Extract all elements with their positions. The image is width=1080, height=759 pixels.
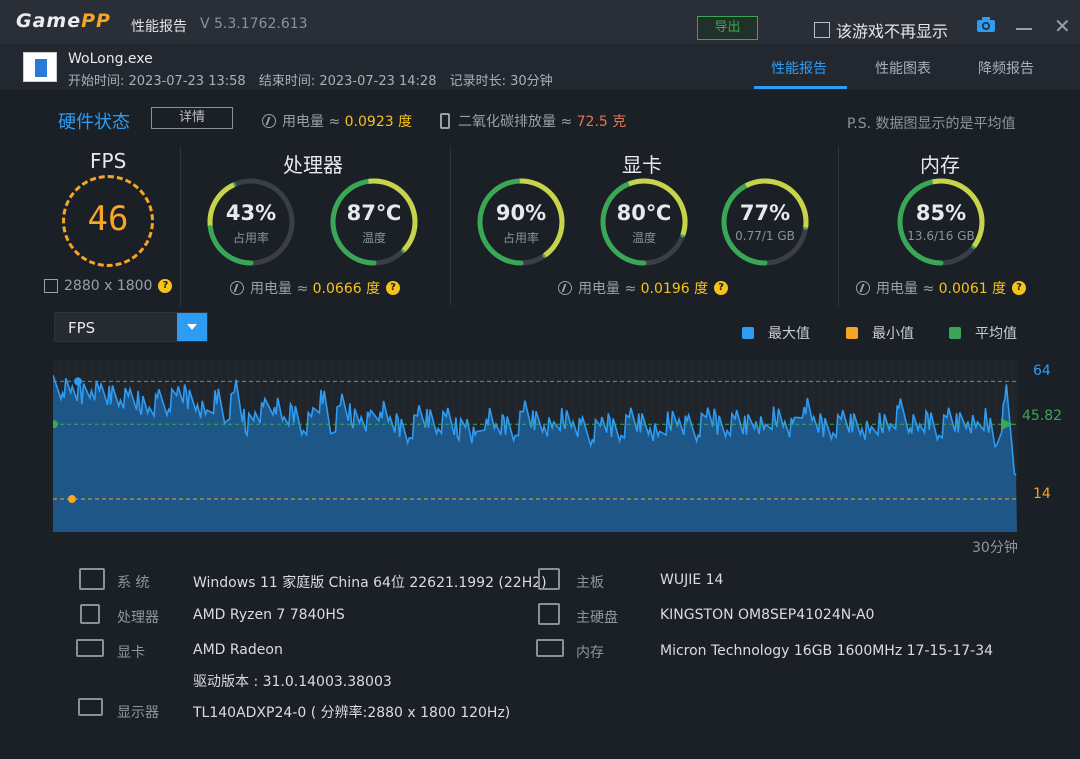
min-label: 14 [1033, 486, 1051, 502]
exe-name: WoLong.exe [68, 51, 153, 67]
legend-max: 最大值 [742, 323, 810, 343]
spec-label-cpu: 处理器 [117, 610, 159, 626]
hardware-status-title: 硬件状态 [58, 112, 130, 133]
gauge-value: 87℃ [346, 201, 402, 225]
legend-min: 最小值 [846, 323, 914, 343]
cpu-section-title: 处理器 [283, 153, 343, 177]
spec-value-memory: Micron Technology 16GB 1600MHz 17-15-17-… [660, 643, 994, 659]
power-icon [558, 281, 572, 295]
ram-gauge: 85% 13.6/16 GB [896, 177, 986, 267]
min-marker [68, 495, 76, 504]
divider [450, 146, 451, 306]
spec-value-gpu: AMD Radeon [193, 642, 283, 658]
fps-value: 46 [87, 199, 129, 239]
start-time: 开始时间: 2023-07-23 13:58 [68, 74, 246, 89]
active-tab-indicator [754, 86, 847, 89]
max-label: 64 [1033, 363, 1051, 379]
cpu-usage-gauge: 43% 占用率 [206, 177, 296, 267]
motherboard-icon [538, 568, 560, 590]
gauge-caption: 占用率 [232, 231, 269, 245]
gpu-usage-gauge: 90% 占用率 [476, 177, 566, 267]
export-button[interactable]: 导出 [697, 16, 758, 40]
gpu-temp-gauge: 80℃ 温度 [599, 177, 689, 267]
gauge-caption: 13.6/16 GB [907, 229, 975, 243]
metric-dropdown[interactable]: FPS [54, 312, 208, 342]
power-icon [856, 281, 870, 295]
duration-label: 30分钟 [972, 540, 1018, 556]
mem-section-title: 内存 [920, 153, 960, 177]
spec-label-disk: 主硬盘 [576, 610, 618, 626]
disk-icon [538, 603, 560, 625]
help-icon[interactable]: ? [714, 281, 729, 295]
resolution: 2880 x 1800? [44, 278, 173, 294]
camera-icon[interactable] [976, 17, 996, 33]
exe-icon [23, 52, 57, 82]
gauge-caption: 占用率 [502, 231, 539, 245]
power-icon [230, 281, 244, 295]
tab-performance-report[interactable]: 性能报告 [771, 58, 827, 78]
power-icon [262, 114, 276, 128]
max-marker [74, 377, 82, 386]
monitor-icon [78, 698, 103, 716]
gauge-caption: 温度 [361, 231, 386, 245]
memory-icon [536, 639, 564, 657]
spec-label-gpu: 显卡 [117, 645, 145, 661]
mem-power: 用电量 ≈ 0.0061 度? [856, 278, 1027, 298]
divider [838, 146, 839, 306]
system-icon [79, 568, 105, 590]
spec-value-display: TL140ADXP24-0 ( 分辨率:2880 x 1800 120Hz) [193, 705, 511, 721]
cpu-temp-gauge: 87℃ 温度 [329, 177, 419, 267]
chevron-down-icon[interactable] [177, 313, 207, 341]
spec-value-driver: 驱动版本 : 31.0.14003.38003 [193, 674, 392, 690]
gamepp-logo: GamePP [16, 10, 111, 32]
help-icon[interactable]: ? [386, 281, 401, 295]
app-version: V 5.3.1762.613 [200, 16, 308, 32]
cpu-icon [80, 604, 100, 624]
fps-chart[interactable] [53, 360, 1017, 532]
tab-throttle-report[interactable]: 降频报告 [978, 58, 1034, 78]
divider [180, 146, 181, 306]
legend-avg: 平均值 [949, 323, 1017, 343]
bottle-icon [440, 113, 450, 129]
vram-gauge: 77% 0.77/1 GB [720, 177, 810, 267]
gauge-value: 90% [495, 201, 547, 225]
record-duration: 记录时长: 30分钟 [449, 74, 553, 89]
spec-value-motherboard: WUJIE 14 [660, 572, 724, 588]
tab-performance-chart[interactable]: 性能图表 [875, 58, 931, 78]
fps-section-title: FPS [90, 149, 127, 173]
gauge-caption: 0.77/1 GB [735, 229, 795, 243]
spec-value-disk: KINGSTON OM8SEP41024N-A0 [660, 607, 875, 623]
gauge-value: 85% [915, 201, 967, 225]
spec-value-cpu: AMD Ryzen 7 7840HS [193, 607, 345, 623]
gauge-value: 80℃ [616, 201, 672, 225]
spec-label-memory: 内存 [576, 645, 604, 661]
cpu-power: 用电量 ≈ 0.0666 度? [230, 278, 401, 298]
co2-emission: 二氧化碳排放量 ≈ 72.5 克 [440, 111, 626, 131]
gauge-value: 77% [739, 201, 791, 225]
spec-label-system: 系 统 [117, 575, 150, 591]
noshow-checkbox[interactable]: 该游戏不再显示 [814, 18, 948, 42]
gpu-section-title: 显卡 [622, 153, 662, 177]
spec-value-system: Windows 11 家庭版 China 64位 22621.1992 (22H… [193, 575, 547, 591]
spec-label-display: 显示器 [117, 705, 159, 721]
gpu-power: 用电量 ≈ 0.0196 度? [558, 278, 729, 298]
detail-button[interactable]: 详情 [151, 107, 233, 129]
ps-note: P.S. 数据图显示的是平均值 [847, 116, 1016, 132]
close-button[interactable]: ✕ [1054, 16, 1071, 36]
help-icon[interactable]: ? [158, 279, 173, 293]
gauge-caption: 温度 [631, 231, 656, 245]
gauge-value: 43% [225, 201, 277, 225]
avg-label: 45.82 [1022, 408, 1063, 424]
session-times: 开始时间: 2023-07-23 13:58 结束时间: 2023-07-23 … [68, 70, 562, 89]
app-title: 性能报告 [131, 19, 187, 35]
end-time: 结束时间: 2023-07-23 14:28 [258, 74, 437, 89]
gpu-icon [76, 639, 104, 657]
minimize-button[interactable] [1016, 28, 1032, 30]
spec-label-motherboard: 主板 [576, 575, 604, 591]
screen-icon [44, 279, 58, 293]
help-icon[interactable]: ? [1012, 281, 1027, 295]
checkbox-icon[interactable] [814, 22, 830, 38]
total-power: 用电量 ≈ 0.0923 度 [262, 111, 412, 131]
